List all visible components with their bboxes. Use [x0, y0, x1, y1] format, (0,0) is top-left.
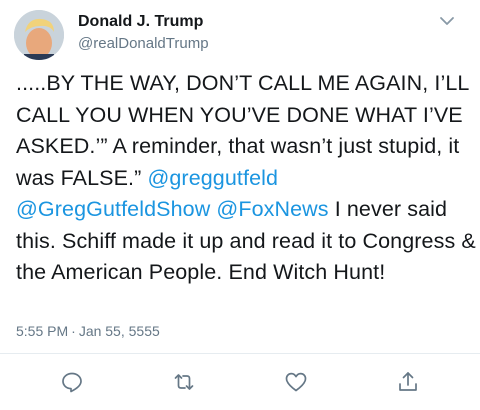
- retweet-icon[interactable]: [172, 370, 196, 394]
- tweet-timestamp[interactable]: 5:55 PM · Jan 55, 5555: [16, 323, 160, 339]
- chevron-down-icon[interactable]: [438, 14, 456, 28]
- mention-link[interactable]: @GregGutfeldShow: [16, 197, 210, 221]
- tweet-time: 5:55 PM: [16, 323, 69, 339]
- heart-icon[interactable]: [284, 370, 308, 394]
- user-handle[interactable]: @realDonaldTrump: [78, 35, 209, 52]
- mention-link[interactable]: @FoxNews: [216, 197, 328, 221]
- divider: [0, 353, 480, 354]
- tweet-card: Donald J. Trump @realDonaldTrump .....BY…: [0, 0, 480, 410]
- reply-icon[interactable]: [60, 370, 84, 394]
- tweet-actions: [0, 370, 480, 400]
- share-icon[interactable]: [396, 370, 420, 394]
- avatar-image: [14, 10, 64, 60]
- mention-link[interactable]: @greggutfeld: [147, 166, 278, 190]
- display-name[interactable]: Donald J. Trump: [78, 13, 203, 31]
- tweet-text: .....BY THE WAY, DON’T CALL ME AGAIN, I’…: [16, 68, 476, 289]
- tweet-date: Jan 55, 5555: [78, 323, 160, 339]
- avatar[interactable]: [14, 10, 64, 60]
- timestamp-separator: ·: [71, 323, 76, 339]
